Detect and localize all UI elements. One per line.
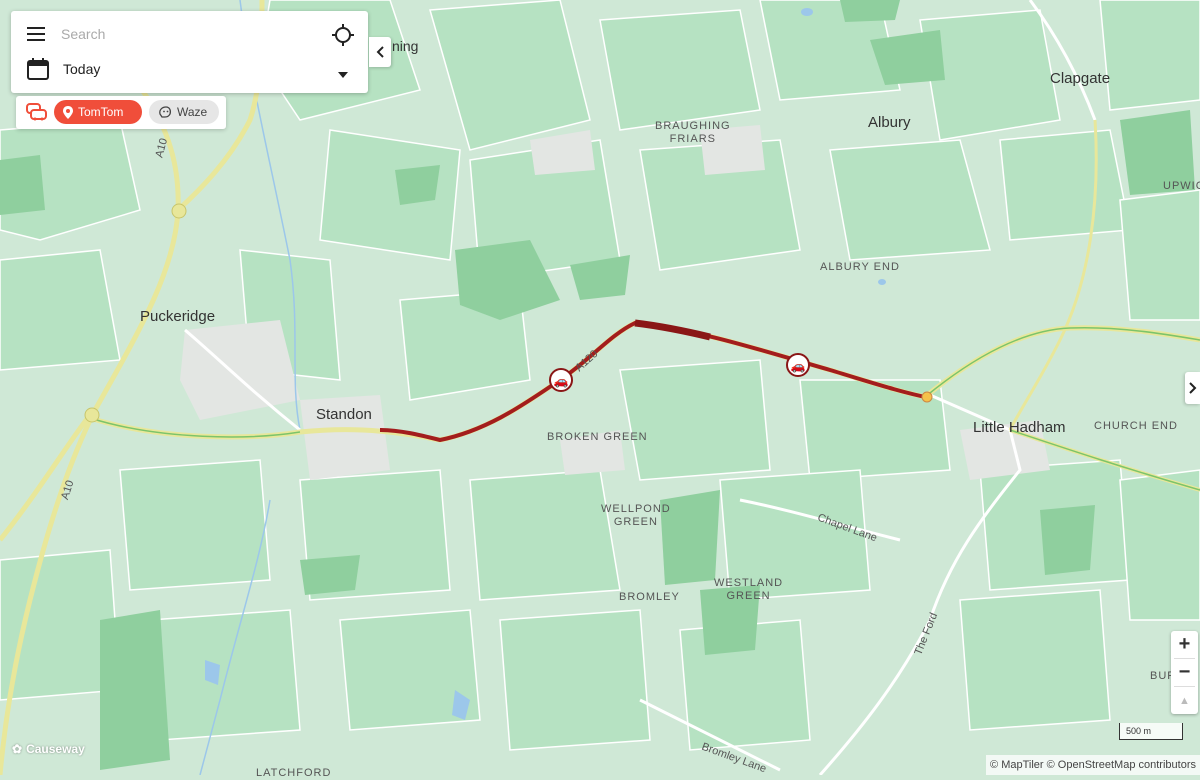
causeway-logo-text: Causeway	[26, 742, 85, 756]
place-label-braughing-partial: ning	[392, 38, 419, 54]
chevron-right-icon	[1188, 382, 1196, 394]
search-panel: Search Today	[11, 11, 368, 93]
roundabout-little-hadham	[921, 391, 933, 403]
calendar-icon	[27, 58, 49, 80]
zoom-controls: + − ▲	[1171, 631, 1198, 714]
map-attribution[interactable]: © MapTiler © OpenStreetMap contributors	[986, 755, 1200, 775]
search-row: Search	[11, 17, 368, 51]
place-label-westland-green: WESTLAND GREEN	[714, 577, 784, 602]
chevron-left-icon	[376, 46, 384, 58]
date-select[interactable]: Today	[63, 61, 100, 77]
tomtom-label: TomTom	[78, 105, 124, 119]
chevron-down-icon[interactable]	[338, 65, 348, 83]
roundabout-a10-north	[171, 203, 187, 219]
expand-right-panel-button[interactable]	[1185, 372, 1200, 404]
zoom-out-button[interactable]: −	[1171, 659, 1198, 686]
svg-text:🚗: 🚗	[791, 359, 806, 373]
place-label-albury-end: ALBURY END	[820, 261, 900, 273]
date-row[interactable]: Today	[11, 52, 368, 86]
roundabout-a10-a120	[84, 407, 100, 423]
scale-label: 500 m	[1126, 726, 1152, 736]
place-label-upwick: UPWIC	[1163, 180, 1200, 192]
search-input[interactable]: Search	[61, 26, 105, 42]
place-label-wellpond-green: WELLPOND GREEN	[601, 503, 671, 528]
incident-marker-west[interactable]: 🚗	[549, 368, 573, 392]
menu-icon[interactable]	[27, 24, 47, 44]
place-label-church-end: CHURCH END	[1094, 420, 1178, 432]
zoom-in-button[interactable]: +	[1171, 631, 1198, 658]
place-label-braughing-friars: BRAUGHING FRIARS	[655, 120, 731, 145]
collapse-panel-button[interactable]	[369, 37, 391, 67]
locate-icon[interactable]	[332, 24, 354, 51]
scale-bar: 500 m	[1119, 723, 1183, 740]
compass-button[interactable]: ▲	[1171, 687, 1198, 714]
place-label-broken-green: BROKEN GREEN	[547, 431, 648, 443]
place-label-puckeridge: Puckeridge	[140, 308, 216, 325]
provider-toggles: TomTom Waze	[16, 96, 226, 129]
place-label-latchford: LATCHFORD	[256, 767, 332, 779]
map-pin-icon	[63, 105, 73, 119]
tomtom-toggle[interactable]: TomTom	[54, 100, 142, 124]
svg-text:🚗: 🚗	[554, 374, 569, 388]
causeway-flower-icon: ✿	[12, 742, 23, 756]
place-label-clapgate: Clapgate	[1050, 70, 1111, 87]
place-label-bromley: BROMLEY	[619, 591, 680, 603]
causeway-logo: ✿ Causeway	[12, 742, 85, 756]
waze-toggle[interactable]: Waze	[149, 100, 219, 124]
incident-marker-east[interactable]: 🚗	[786, 353, 810, 377]
traffic-cars-icon[interactable]	[24, 102, 48, 127]
place-label-albury: Albury	[868, 114, 911, 131]
place-label-standon: Standon	[316, 406, 372, 423]
place-label-little-hadham: Little Hadham	[973, 419, 1066, 436]
waze-icon	[158, 105, 172, 119]
waze-label: Waze	[177, 105, 208, 119]
